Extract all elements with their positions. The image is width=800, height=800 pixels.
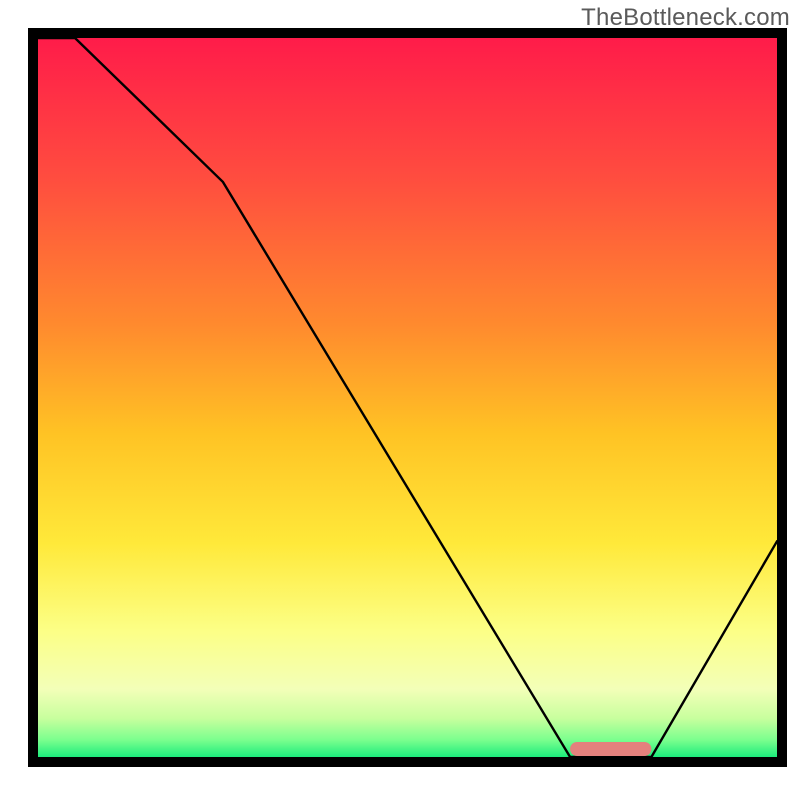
- optimum-range-marker: [570, 742, 651, 756]
- plot-background: [33, 33, 782, 762]
- bottleneck-chart: [0, 0, 800, 800]
- chart-frame: TheBottleneck.com: [0, 0, 800, 800]
- plot-area: [33, 33, 782, 762]
- watermark-text: TheBottleneck.com: [581, 4, 790, 32]
